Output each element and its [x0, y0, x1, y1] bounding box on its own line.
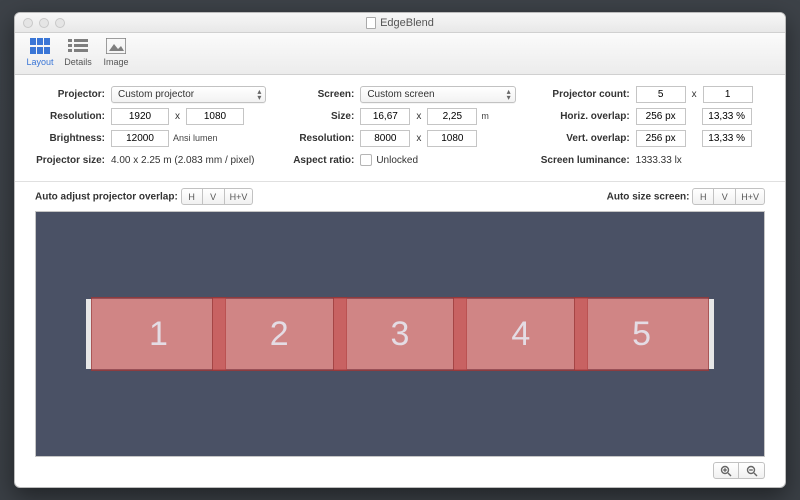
projector-select[interactable]: Custom projector ▴▾ — [111, 86, 266, 103]
vert-overlap-label: Vert. overlap: — [534, 133, 632, 144]
projector-region[interactable]: 5 — [574, 297, 709, 371]
zoom-out-icon — [746, 465, 758, 477]
image-icon — [106, 38, 126, 54]
adjust-bar: Auto adjust projector overlap: H V H+V A… — [15, 182, 785, 211]
toolbar-image-label: Image — [97, 57, 135, 67]
toolbar-layout-label: Layout — [21, 57, 59, 67]
screen-size-w-input[interactable] — [360, 108, 410, 125]
projector-number: 1 — [149, 315, 168, 354]
screen-select-value: Custom screen — [367, 89, 434, 100]
brightness-label: Brightness: — [35, 133, 107, 144]
traffic-lights — [15, 18, 65, 28]
screen-res-h-input[interactable] — [427, 130, 477, 147]
toolbar: Layout Details Image — [15, 33, 785, 75]
minimize-icon[interactable] — [39, 18, 49, 28]
x-separator: x — [173, 111, 182, 122]
luminance-label: Screen luminance: — [534, 155, 632, 166]
aspect-value: Unlocked — [376, 155, 418, 166]
app-window: EdgeBlend Layout Details Image Projector… — [14, 12, 786, 488]
projector-count-x-input[interactable] — [636, 86, 686, 103]
close-icon[interactable] — [23, 18, 33, 28]
toolbar-image-button[interactable]: Image — [97, 35, 135, 67]
projector-region[interactable]: 2 — [212, 297, 347, 371]
brightness-unit: Ansi lumen — [173, 133, 218, 143]
auto-size-hv-button[interactable]: H+V — [736, 188, 765, 205]
chevron-updown-icon: ▴▾ — [257, 89, 261, 101]
window-title-text: EdgeBlend — [380, 17, 434, 29]
projector-region[interactable]: 3 — [333, 297, 468, 371]
auto-overlap-hv-button[interactable]: H+V — [225, 188, 254, 205]
projection-canvas[interactable]: 1 2 3 4 5 — [35, 211, 765, 457]
projector-region[interactable]: 1 — [91, 297, 226, 371]
aspect-checkbox[interactable] — [360, 154, 372, 166]
vert-overlap-px-input[interactable] — [636, 130, 686, 147]
vert-overlap-pct-input[interactable] — [702, 130, 752, 147]
auto-size-h-button[interactable]: H — [692, 188, 714, 205]
horiz-overlap-pct-input[interactable] — [702, 108, 752, 125]
zoom-bar — [35, 457, 765, 481]
horiz-overlap-px-input[interactable] — [636, 108, 686, 125]
screen-label: Screen: — [284, 89, 356, 100]
projector-number: 4 — [511, 315, 530, 354]
projector-row: 1 2 3 4 5 — [91, 297, 709, 371]
zoom-icon[interactable] — [55, 18, 65, 28]
projector-number: 5 — [632, 315, 651, 354]
document-icon — [366, 17, 376, 29]
settings-panel: Projector: Custom projector ▴▾ Resolution… — [15, 75, 785, 182]
screen-column: Screen: Custom screen ▴▾ Size: x m Resolu… — [284, 83, 515, 171]
chevron-updown-icon: ▴▾ — [507, 89, 511, 101]
projector-size-label: Projector size: — [35, 155, 107, 166]
horiz-overlap-label: Horiz. overlap: — [534, 111, 632, 122]
window-title: EdgeBlend — [15, 17, 785, 29]
screen-res-w-input[interactable] — [360, 130, 410, 147]
projector-count-label: Projector count: — [534, 89, 632, 100]
x-separator: x — [690, 89, 699, 100]
auto-overlap-label: Auto adjust projector overlap: — [35, 192, 178, 203]
canvas-area: 1 2 3 4 5 — [15, 211, 785, 487]
toolbar-layout-button[interactable]: Layout — [21, 35, 59, 67]
zoom-in-button[interactable] — [713, 462, 739, 479]
projector-label: Projector: — [35, 89, 107, 100]
projector-count-y-input[interactable] — [703, 86, 753, 103]
screen-size-label: Size: — [284, 111, 356, 122]
screen-select[interactable]: Custom screen ▴▾ — [360, 86, 515, 103]
screen-size-h-input[interactable] — [427, 108, 477, 125]
auto-size-v-button[interactable]: V — [714, 188, 736, 205]
screen-size-unit: m — [481, 111, 489, 121]
aspect-label: Aspect ratio: — [284, 155, 356, 166]
projector-res-h-input[interactable] — [186, 108, 244, 125]
projector-res-w-input[interactable] — [111, 108, 169, 125]
projector-resolution-label: Resolution: — [35, 111, 107, 122]
x-separator: x — [414, 133, 423, 144]
auto-size-label: Auto size screen: — [607, 192, 690, 203]
luminance-value: 1333.33 lx — [636, 155, 682, 166]
layout-column: Projector count: x Horiz. overlap: Vert.… — [534, 83, 765, 171]
details-list-icon — [68, 38, 88, 54]
screen-resolution-label: Resolution: — [284, 133, 356, 144]
layout-grid-icon — [30, 38, 50, 54]
projector-select-value: Custom projector — [118, 89, 194, 100]
zoom-out-button[interactable] — [739, 462, 765, 479]
projector-number: 2 — [270, 315, 289, 354]
titlebar: EdgeBlend — [15, 13, 785, 33]
zoom-in-icon — [720, 465, 732, 477]
brightness-input[interactable] — [111, 130, 169, 147]
projector-region[interactable]: 4 — [453, 297, 588, 371]
auto-overlap-h-button[interactable]: H — [181, 188, 203, 205]
projector-size-value: 4.00 x 2.25 m (2.083 mm / pixel) — [111, 155, 254, 166]
auto-overlap-v-button[interactable]: V — [203, 188, 225, 205]
toolbar-details-button[interactable]: Details — [59, 35, 97, 67]
projector-number: 3 — [391, 315, 410, 354]
x-separator: x — [414, 111, 423, 122]
projector-column: Projector: Custom projector ▴▾ Resolution… — [35, 83, 266, 171]
toolbar-details-label: Details — [59, 57, 97, 67]
